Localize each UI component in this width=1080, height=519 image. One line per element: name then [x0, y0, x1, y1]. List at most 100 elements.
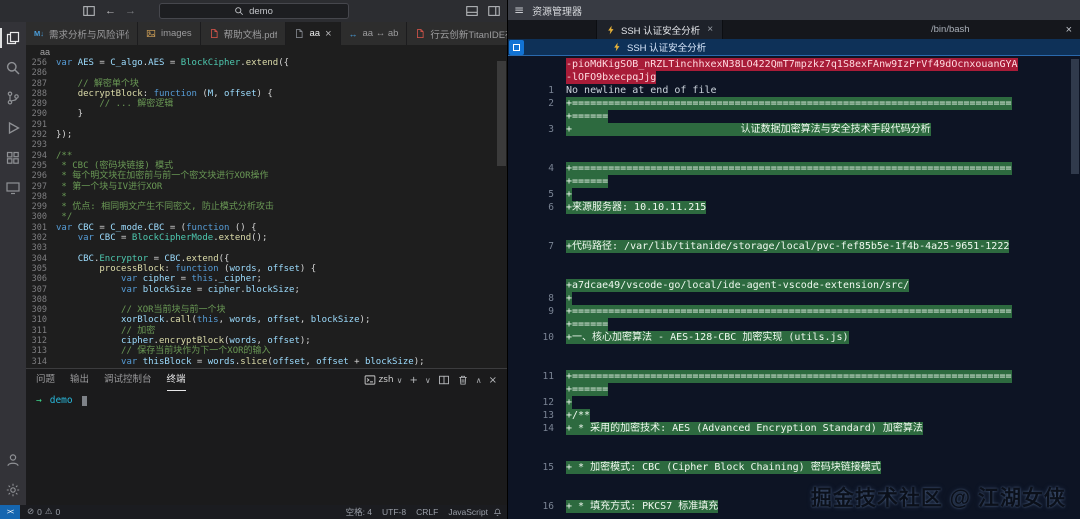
diff-row: [508, 344, 1080, 357]
maximize-panel-icon[interactable]: ∧: [476, 376, 482, 385]
bell-icon[interactable]: [493, 508, 502, 517]
terminal-session-label[interactable]: SSH 认证安全分析: [612, 40, 706, 54]
diff-row: [508, 435, 1080, 448]
explorer-menu-label[interactable]: 资源管理器: [532, 3, 582, 18]
diff-text: + 认证数据加密算法与安全技术手段代码分析: [566, 123, 931, 136]
app-icon-glyph: [513, 43, 520, 51]
account-icon[interactable]: [0, 449, 26, 471]
terminal[interactable]: → demo: [26, 391, 507, 505]
status-item[interactable]: JavaScript: [448, 507, 488, 517]
editor-tab[interactable]: 帮助文档.pdf: [200, 22, 287, 45]
diff-row: +======: [508, 110, 1080, 123]
diff-text: + * 加密模式: CBC (Cipher Block Chaining) 密码…: [566, 461, 881, 474]
remote-indicator[interactable]: ><: [0, 505, 20, 519]
code-line: 314 var thisBlock = words.slice(offset, …: [26, 357, 507, 367]
line-number: 287: [31, 78, 47, 89]
breadcrumb[interactable]: aa: [26, 45, 507, 58]
toggle-panel-icon[interactable]: [465, 4, 479, 18]
line-number: 291: [31, 119, 47, 130]
scrollbar-thumb[interactable]: [1071, 59, 1079, 174]
terminal-output[interactable]: -pioMdKigSOB_nRZLTinchhxexN38LO422QmT7mp…: [508, 56, 1080, 519]
line-number: 309: [31, 305, 47, 316]
editor-tab[interactable]: images: [138, 22, 201, 45]
panel-tab[interactable]: 调试控制台: [104, 369, 152, 391]
diff-row: 2 +======================================…: [508, 97, 1080, 110]
diff-line-number: 8: [548, 293, 554, 304]
settings-gear-icon[interactable]: [0, 479, 26, 501]
diff-text: +=======================================…: [566, 97, 1012, 110]
panel-tab[interactable]: 输出: [70, 369, 89, 391]
close-icon[interactable]: ×: [325, 28, 331, 40]
code-line: 311 // 加密: [26, 326, 507, 336]
forward-button[interactable]: →: [125, 5, 136, 17]
status-item[interactable]: CRLF: [416, 507, 438, 517]
editor-tab[interactable]: aa ×: [286, 22, 341, 45]
diff-row: [508, 149, 1080, 162]
panel-tab[interactable]: 终端: [166, 369, 186, 391]
editor-tab[interactable]: ↔ aa ↔ ab: [340, 22, 408, 45]
diff-line-number: 7: [548, 241, 554, 252]
diff-row: [508, 214, 1080, 227]
diff-row: -lOFO9bxecpqJjg: [508, 71, 1080, 84]
code-line: 306 var cipher = this._cipher;: [26, 274, 507, 284]
terminal-line: → demo: [36, 395, 497, 406]
editor-area: M↓ 需求分析与风险评估.md images 帮助文档.pdf aa × ↔ aa ↔ ab 行…: [26, 22, 507, 505]
diff-text: +: [566, 292, 573, 305]
terminal-tab[interactable]: SSH 认证安全分析 ×: [596, 20, 724, 39]
back-button[interactable]: ←: [105, 5, 116, 17]
diff-row: 14 + * 采用的加密技术: AES (Advanced Encryption …: [508, 422, 1080, 435]
diff-line-number: 2: [548, 98, 554, 109]
diff-text: +代码路径: /var/lib/titanide/storage/local/p…: [566, 240, 1010, 253]
editor-tab[interactable]: 行云创新TitanIDE在数据要...: [407, 22, 507, 45]
kill-terminal-icon[interactable]: [457, 374, 469, 386]
line-number: 312: [31, 336, 47, 347]
source-control-icon[interactable]: [0, 87, 26, 109]
toggle-sidebar-icon[interactable]: [82, 4, 96, 18]
diff-line-number: 6: [548, 202, 554, 213]
shell-name: zsh: [378, 375, 394, 385]
code-line: 293: [26, 140, 507, 150]
diff-row: [508, 448, 1080, 461]
new-terminal-button[interactable]: +: [410, 375, 418, 386]
tab-label: 需求分析与风险评估.md: [49, 29, 129, 41]
split-terminal-icon[interactable]: [438, 374, 450, 386]
command-center[interactable]: demo: [158, 3, 349, 19]
code-text: var CBC = C_mode.CBC = (function () {: [56, 222, 257, 233]
close-strip-icon[interactable]: ×: [1066, 24, 1072, 36]
toggle-secondary-sidebar-icon[interactable]: [487, 4, 501, 18]
close-icon[interactable]: ×: [707, 24, 713, 35]
close-panel-icon[interactable]: ×: [489, 375, 497, 386]
diff-line-number: 10: [542, 332, 554, 343]
code-text: * 每个明文块在加密前与前一个密文块进行XOR操作: [56, 171, 269, 182]
diff-row: 9 +======================================…: [508, 305, 1080, 318]
line-number: 298: [31, 191, 47, 202]
code-line: 303: [26, 243, 507, 253]
extensions-icon[interactable]: [0, 147, 26, 169]
search-icon[interactable]: [0, 57, 26, 79]
status-item[interactable]: 空格: 4: [346, 506, 372, 518]
menu-icon[interactable]: ≡: [514, 3, 524, 17]
status-item[interactable]: UTF-8: [382, 507, 406, 517]
panel-tab[interactable]: 问题: [36, 369, 55, 391]
activity-bar-top: [0, 27, 26, 199]
code-line: 302 var CBC = BlockCipherMode.extend();: [26, 233, 507, 243]
code-text: });: [56, 130, 73, 141]
problems-status[interactable]: ⊘ 0 ⚠ 0: [27, 507, 60, 517]
diff-row: 6 +来源服务器: 10.10.11.215: [508, 201, 1080, 214]
files-icon[interactable]: [0, 27, 26, 49]
code-line: 288 decryptBlock: function (M, offset) {: [26, 89, 507, 99]
line-number: 286: [31, 68, 47, 79]
diff-text: +=======================================…: [566, 162, 1012, 175]
new-terminal-dropdown-icon[interactable]: ∨: [425, 376, 431, 385]
remote-icon[interactable]: [0, 177, 26, 199]
code-editor[interactable]: 256 var AES = C_algo.AES = BlockCipher.ex…: [26, 58, 507, 368]
diff-row: +a7dcae49/vscode-go/local/ide-agent-vsco…: [508, 279, 1080, 292]
remote-icon: ><: [6, 508, 14, 516]
run-debug-icon[interactable]: [0, 117, 26, 139]
editor-scrollbar[interactable]: [497, 61, 506, 166]
editor-tab[interactable]: M↓ 需求分析与风险评估.md: [26, 22, 138, 45]
app-icon[interactable]: [509, 39, 524, 55]
status-right-items: 空格: 4 UTF-8 CRLF JavaScript: [346, 506, 488, 518]
shell-path-label[interactable]: /bin/bash: [931, 24, 970, 35]
shell-selector[interactable]: zsh ∨: [364, 374, 403, 386]
